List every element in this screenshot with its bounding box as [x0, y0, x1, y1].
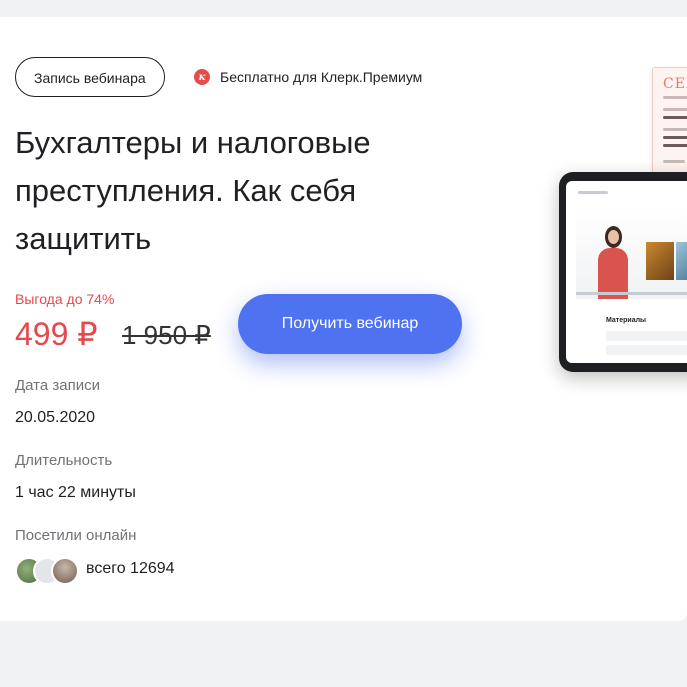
book-cover: [676, 242, 687, 280]
klerk-premium-icon: к: [194, 69, 210, 85]
premium-badge: к Бесплатно для Клерк.Премиум: [194, 69, 422, 85]
certificate-preview: СЕР: [652, 67, 687, 179]
video-progress: [576, 292, 687, 295]
cert-line: [663, 116, 687, 119]
current-price: 499 ₽: [15, 316, 98, 352]
video-thumbnail: [576, 204, 687, 299]
avatar: [51, 557, 79, 585]
cert-line: [663, 108, 687, 111]
cert-line: [663, 144, 687, 147]
premium-text: Бесплатно для Клерк.Премиум: [220, 69, 423, 85]
record-tag-button[interactable]: Запись вебинара: [15, 57, 165, 97]
tablet-screen: Материалы: [566, 181, 687, 363]
cert-line: [663, 96, 687, 99]
visitors-count: всего 12694: [86, 560, 175, 577]
certificate-title: СЕР: [663, 76, 687, 92]
date-label: Дата записи: [15, 377, 100, 394]
material-row: [606, 331, 687, 341]
cert-line: [663, 128, 687, 131]
cert-line: [663, 136, 687, 139]
material-row: [606, 345, 687, 355]
speaker-face: [608, 230, 619, 244]
webinar-card: Запись вебинара к Бесплатно для Клерк.Пр…: [0, 17, 687, 621]
materials-title: Материалы: [606, 317, 647, 324]
visitors-label: Посетили онлайн: [15, 527, 137, 544]
webinar-title: Бухгалтеры и налоговые преступления. Как…: [15, 125, 371, 256]
tablet-preview: Материалы: [559, 172, 687, 372]
book-cover: [646, 242, 674, 280]
old-price: 1 950 ₽: [122, 320, 211, 350]
discount-label: Выгода до 74%: [15, 291, 115, 307]
duration-label: Длительность: [15, 452, 113, 469]
cert-line: [663, 160, 685, 163]
visitor-avatars: [15, 557, 79, 585]
get-webinar-button[interactable]: Получить вебинар: [238, 294, 462, 354]
date-value: 20.05.2020: [15, 409, 96, 426]
breadcrumb: [578, 191, 608, 194]
duration-value: 1 час 22 минуты: [15, 484, 136, 501]
